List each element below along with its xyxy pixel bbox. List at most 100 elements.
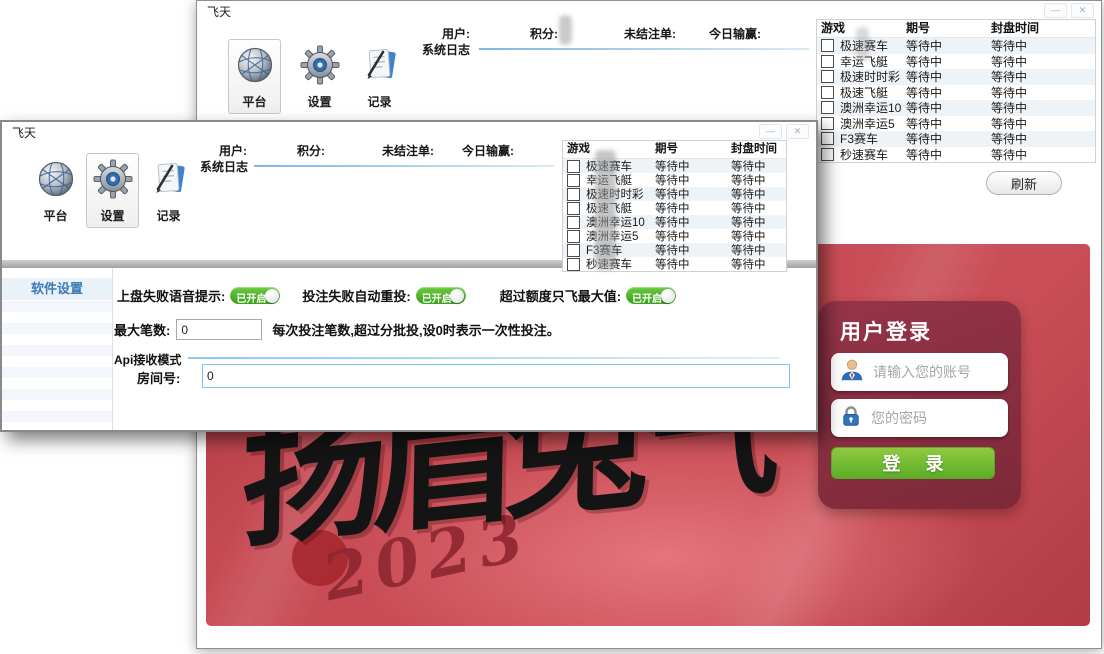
table-row: 澳洲幸运10等待中等待中: [817, 100, 1095, 116]
game-checkbox[interactable]: [567, 202, 580, 215]
titlebar: 飞天 — ✕: [2, 122, 816, 139]
toggle-knob: [450, 289, 464, 303]
game-close-time: 等待中: [731, 256, 784, 272]
auto-rebet-toggle[interactable]: 已开启: [416, 287, 466, 304]
open-bets-label: 未结注单:: [624, 25, 676, 42]
user-label: 用户:: [442, 25, 470, 42]
game-checkbox[interactable]: [821, 39, 834, 52]
close-button[interactable]: ✕: [1071, 3, 1094, 18]
game-checkbox[interactable]: [821, 117, 834, 130]
game-checkbox[interactable]: [821, 55, 834, 68]
room-number-input[interactable]: [202, 364, 790, 388]
today-result-label: 今日输赢:: [709, 25, 761, 42]
login-button[interactable]: 登 录: [831, 447, 995, 479]
minimize-button[interactable]: —: [759, 124, 782, 139]
game-close-time: 等待中: [991, 99, 1091, 116]
account-input[interactable]: [871, 363, 1000, 381]
lock-icon: [839, 404, 863, 433]
system-log-label: 系统日志: [422, 41, 470, 58]
password-field: [831, 399, 1008, 437]
game-checkbox[interactable]: [567, 216, 580, 229]
game-close-time: 等待中: [991, 37, 1091, 54]
password-input[interactable]: [869, 409, 1000, 427]
login-panel: 用户登录: [818, 301, 1021, 509]
redaction-smudge: [856, 27, 869, 61]
game-close-time: 等待中: [991, 146, 1091, 163]
game-close-time: 等待中: [991, 53, 1091, 70]
gear-icon: [300, 45, 340, 90]
minimize-button[interactable]: —: [1044, 3, 1067, 18]
max-limit-label: 超过额度只飞最大值:: [500, 286, 621, 305]
game-name: 秒速赛车: [840, 146, 906, 163]
col-period: 期号: [906, 20, 991, 37]
game-name: 澳洲幸运10: [840, 99, 906, 116]
window-title: 飞天: [207, 3, 231, 20]
game-checkbox[interactable]: [821, 101, 834, 114]
auto-rebet-label: 投注失败自动重投:: [302, 286, 410, 305]
globe-icon: [235, 45, 275, 90]
system-log-divider: [479, 48, 809, 50]
table-row: 秒速赛车等待中等待中: [817, 147, 1095, 163]
toolbar-platform-button[interactable]: 平台: [29, 153, 82, 228]
game-checkbox[interactable]: [567, 188, 580, 201]
game-checkbox[interactable]: [567, 174, 580, 187]
toolbar-label: 设置: [307, 93, 331, 110]
system-log-label: 系统日志: [200, 158, 248, 175]
toggle-knob: [265, 289, 279, 303]
game-checkbox[interactable]: [567, 258, 580, 271]
toolbar-platform-button[interactable]: 平台: [228, 39, 281, 114]
settings-window: 飞天 — ✕ 平台: [0, 120, 818, 432]
game-checkbox[interactable]: [567, 244, 580, 257]
points-label: 积分:: [530, 25, 558, 42]
game-period: 等待中: [906, 115, 991, 132]
max-limit-toggle[interactable]: 已开启: [626, 287, 676, 304]
toolbar-label: 平台: [242, 93, 266, 110]
game-checkbox[interactable]: [821, 86, 834, 99]
max-count-label: 最大笔数:: [114, 320, 170, 339]
max-count-hint: 每次投注笔数,超过分批投,设0时表示一次性投注。: [272, 320, 559, 339]
game-name: 澳洲幸运5: [840, 115, 906, 132]
notes-pen-icon: [149, 159, 189, 204]
game-period: 等待中: [906, 84, 991, 101]
user-avatar-icon: [839, 357, 865, 388]
game-checkbox[interactable]: [821, 70, 834, 83]
window-title: 飞天: [12, 124, 36, 141]
max-count-input[interactable]: [176, 319, 262, 340]
settings-sidebar: 软件设置: [2, 268, 113, 430]
max-count-row: 最大笔数: 每次投注笔数,超过分批投,设0时表示一次性投注。: [114, 319, 560, 340]
toolbar-records-button[interactable]: 记录: [353, 39, 406, 114]
room-number-label: 房间号:: [137, 368, 180, 387]
toolbar-label: 平台: [43, 207, 67, 224]
game-period: 等待中: [906, 99, 991, 116]
gear-icon: [93, 159, 133, 204]
globe-icon: [36, 159, 76, 204]
close-button[interactable]: ✕: [786, 124, 809, 139]
toggle-knob: [661, 289, 675, 303]
game-name: F3赛车: [840, 130, 906, 147]
toggle-row: 上盘失败语音提示: 已开启 投注失败自动重投: 已开启 超过额度只飞最大值: 已…: [117, 286, 676, 305]
game-name: 幸运飞艇: [840, 53, 906, 70]
toolbar-records-button[interactable]: 记录: [142, 153, 195, 228]
toolbar-settings-button[interactable]: 设置: [86, 153, 139, 228]
game-period: 等待中: [906, 37, 991, 54]
voice-alert-toggle[interactable]: 已开启: [230, 287, 280, 304]
game-checkbox[interactable]: [821, 148, 834, 161]
game-name: 极速飞艇: [840, 84, 906, 101]
toolbar-settings-button[interactable]: 设置: [293, 39, 346, 114]
game-checkbox[interactable]: [567, 230, 580, 243]
points-label: 积分:: [297, 142, 325, 159]
game-close-time: 等待中: [991, 130, 1091, 147]
sidebar-item-software-settings[interactable]: 软件设置: [2, 278, 112, 300]
game-period: 等待中: [906, 130, 991, 147]
game-name: 极速赛车: [840, 37, 906, 54]
col-close-time: 封盘时间: [991, 20, 1091, 37]
titlebar: 飞天 — ✕: [197, 1, 1101, 18]
game-checkbox[interactable]: [567, 160, 580, 173]
toolbar-label: 记录: [156, 207, 180, 224]
refresh-button[interactable]: 刷新: [986, 171, 1062, 195]
toolbar-label: 记录: [367, 93, 391, 110]
table-row: 极速飞艇等待中等待中: [817, 85, 1095, 101]
notes-pen-icon: [360, 45, 400, 90]
game-checkbox[interactable]: [821, 132, 834, 145]
redaction-smudge: [595, 150, 616, 270]
